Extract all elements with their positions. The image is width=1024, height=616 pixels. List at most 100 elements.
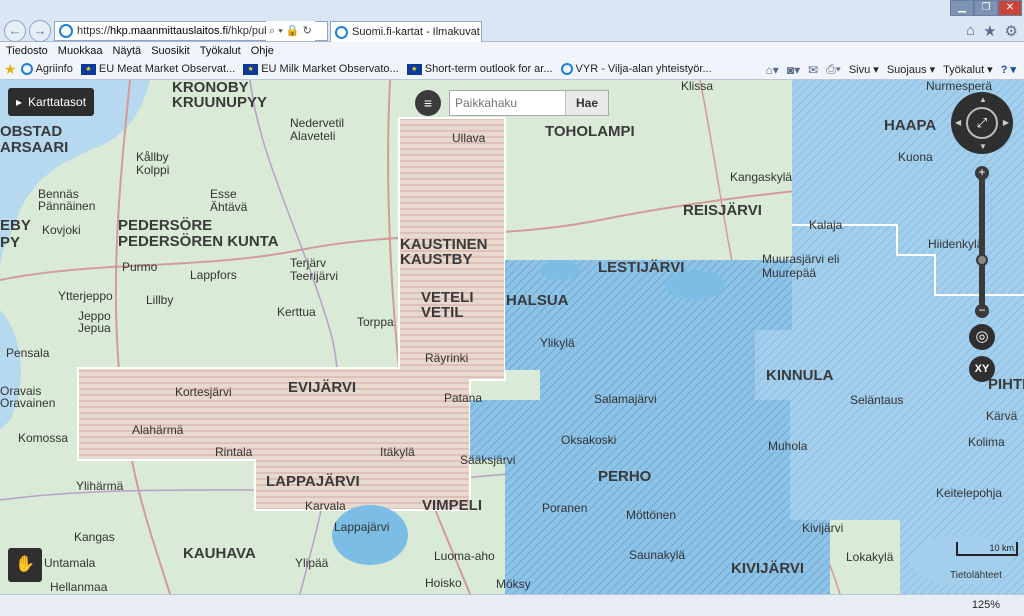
place-label: Ähtävä bbox=[210, 200, 248, 214]
menu-icon[interactable]: ≡ bbox=[415, 90, 441, 116]
close-window-button[interactable]: ✕ bbox=[998, 0, 1022, 16]
help-menu[interactable]: ? ▾ bbox=[1001, 63, 1016, 76]
favorite-item[interactable]: ★ EU Milk Market Observato... bbox=[243, 63, 399, 75]
favorite-item[interactable]: VYR - Vilja-alan yhteistyör... bbox=[560, 63, 712, 75]
menu-item-help[interactable]: Ohje bbox=[251, 45, 274, 57]
favorite-item[interactable]: ★ Short-term outlook for ar... bbox=[406, 63, 553, 75]
place-label: LESTIJÄRVI bbox=[598, 259, 685, 276]
place-label: Teerijärvi bbox=[290, 269, 339, 283]
zoom-in-button[interactable]: + bbox=[975, 166, 989, 180]
place-label: Nedervetil bbox=[290, 116, 345, 130]
ie-icon bbox=[335, 25, 348, 39]
zoom-handle[interactable] bbox=[976, 254, 988, 266]
pan-left-icon[interactable]: ◀ bbox=[955, 118, 961, 127]
place-label: Terjärv bbox=[290, 256, 327, 270]
print-icon[interactable]: ⎙▾ bbox=[826, 62, 841, 77]
favorites-star-icon[interactable]: ★ bbox=[983, 22, 996, 40]
hand-tool-icon[interactable]: ✋ bbox=[8, 548, 42, 582]
place-label: Kållby bbox=[136, 150, 169, 164]
zoom-out-button[interactable]: − bbox=[975, 304, 989, 318]
maximize-button[interactable]: ❐ bbox=[974, 0, 998, 16]
forward-button[interactable]: → bbox=[29, 20, 51, 42]
place-label: Lokakylä bbox=[846, 550, 894, 564]
map-view[interactable]: KRONOBY KRUUNUPYY OBSTAD ARSAARI Nedervetil A… bbox=[0, 80, 1024, 594]
place-label: Jepua bbox=[78, 321, 111, 335]
safety-menu[interactable]: Suojaus ▾ bbox=[887, 63, 935, 76]
place-label: KIVIJÄRVI bbox=[731, 560, 805, 577]
place-label: KINNULA bbox=[766, 367, 834, 384]
place-label: KAUHAVA bbox=[183, 545, 256, 562]
place-label: Luoma-aho bbox=[434, 549, 495, 563]
pan-up-icon[interactable]: ▲ bbox=[979, 95, 987, 104]
search-button[interactable]: Hae bbox=[565, 91, 608, 115]
layers-button[interactable]: ▸ Karttatasot bbox=[8, 88, 95, 116]
place-label: Salamajärvi bbox=[594, 392, 657, 406]
place-label: Lillby bbox=[146, 293, 174, 307]
zoom-level[interactable]: 125% bbox=[972, 599, 1000, 611]
data-sources-link[interactable]: Tietolähteet bbox=[950, 570, 1002, 581]
minimize-button[interactable]: ▁ bbox=[950, 0, 974, 16]
locate-icon[interactable]: ◎ bbox=[969, 324, 995, 350]
place-label: Kerttua bbox=[277, 305, 316, 319]
xy-button[interactable]: XY bbox=[969, 356, 995, 382]
caret-right-icon: ▸ bbox=[16, 95, 23, 109]
scale-bar: 10 km bbox=[956, 542, 1018, 556]
menu-item-tools[interactable]: Työkalut bbox=[200, 45, 241, 57]
place-label: Ylihärmä bbox=[76, 479, 124, 493]
place-label: Purmo bbox=[122, 260, 158, 274]
place-label: Hellanmaa bbox=[50, 580, 108, 594]
tools-menu[interactable]: Työkalut ▾ bbox=[943, 63, 993, 76]
back-button[interactable]: ← bbox=[4, 20, 26, 42]
mail-icon[interactable]: ✉ bbox=[808, 63, 818, 77]
place-label: Pensala bbox=[6, 346, 50, 360]
place-label: Itäkylä bbox=[380, 445, 415, 459]
pan-control[interactable]: ▲ ▼ ◀ ▶ ⤢ bbox=[951, 92, 1013, 154]
home-icon[interactable]: ⌂ bbox=[966, 22, 975, 40]
eu-flag-icon: ★ bbox=[80, 63, 96, 75]
search-input[interactable] bbox=[450, 91, 565, 115]
browser-right-icons: ⌂ ★ ⚙ bbox=[966, 22, 1018, 40]
menu-item-edit[interactable]: Muokkaa bbox=[58, 45, 103, 57]
browser-window: ← → https://hkp.maanmittauslaitos.fi/hkp… bbox=[0, 0, 1024, 616]
favorites-star-icon[interactable]: ★ bbox=[4, 61, 17, 78]
pan-center-icon[interactable]: ⤢ bbox=[966, 107, 998, 139]
place-label: Möksy bbox=[496, 577, 531, 591]
place-label: Kuona bbox=[898, 150, 933, 164]
place-label: Karvala bbox=[305, 499, 346, 513]
place-label: PEDERSÖREN KUNTA bbox=[118, 233, 279, 250]
place-label: LAPPAJÄRVI bbox=[266, 473, 360, 490]
place-label: Alahärmä bbox=[132, 423, 184, 437]
page-menu[interactable]: Sivu ▾ bbox=[849, 63, 879, 76]
menu-item-view[interactable]: Näytä bbox=[112, 45, 141, 57]
place-label: Kivijärvi bbox=[802, 521, 844, 535]
rss-icon[interactable]: ◙▾ bbox=[787, 63, 800, 77]
zoom-slider[interactable] bbox=[979, 176, 985, 312]
menu-item-favorites[interactable]: Suosikit bbox=[151, 45, 190, 57]
place-label: Ylipää bbox=[295, 556, 329, 570]
place-label: Möttönen bbox=[626, 508, 677, 522]
home-icon[interactable]: ⌂▾ bbox=[766, 63, 779, 77]
gear-icon[interactable]: ⚙ bbox=[1005, 22, 1018, 40]
place-label: Untamala bbox=[44, 556, 96, 570]
address-actions[interactable]: ⌕ ▾ 🔒 ↻ bbox=[266, 21, 315, 41]
place-label: Oravainen bbox=[0, 396, 56, 410]
pan-down-icon[interactable]: ▼ bbox=[979, 142, 987, 151]
place-label: HAAPA bbox=[884, 117, 937, 134]
place-label: Seläntaus bbox=[850, 393, 904, 407]
place-label: Klissa bbox=[681, 80, 714, 93]
eu-flag-icon: ★ bbox=[243, 63, 259, 75]
place-label: EVIJÄRVI bbox=[288, 379, 357, 396]
ie-icon bbox=[59, 24, 73, 38]
place-label: Torppa bbox=[357, 315, 394, 329]
command-bar: ⌂▾ ◙▾ ✉ ⎙▾ Sivu ▾ Suojaus ▾ Työkalut ▾ ?… bbox=[766, 60, 1016, 79]
browser-tab[interactable]: Suomi.fi-kartat - Ilmakuvat ... ✕ bbox=[330, 21, 482, 42]
eu-flag-icon: ★ bbox=[406, 63, 422, 75]
menu-item-file[interactable]: Tiedosto bbox=[6, 45, 48, 57]
place-label: KRONOBY bbox=[172, 80, 249, 96]
place-label: Komossa bbox=[18, 431, 69, 445]
place-label: Poranen bbox=[542, 501, 588, 515]
title-bar: ← → https://hkp.maanmittauslaitos.fi/hkp… bbox=[0, 0, 1024, 42]
favorite-item[interactable]: Agriinfo bbox=[20, 63, 73, 75]
favorite-item[interactable]: ★ EU Meat Market Observat... bbox=[80, 63, 235, 75]
pan-right-icon[interactable]: ▶ bbox=[1003, 118, 1009, 127]
